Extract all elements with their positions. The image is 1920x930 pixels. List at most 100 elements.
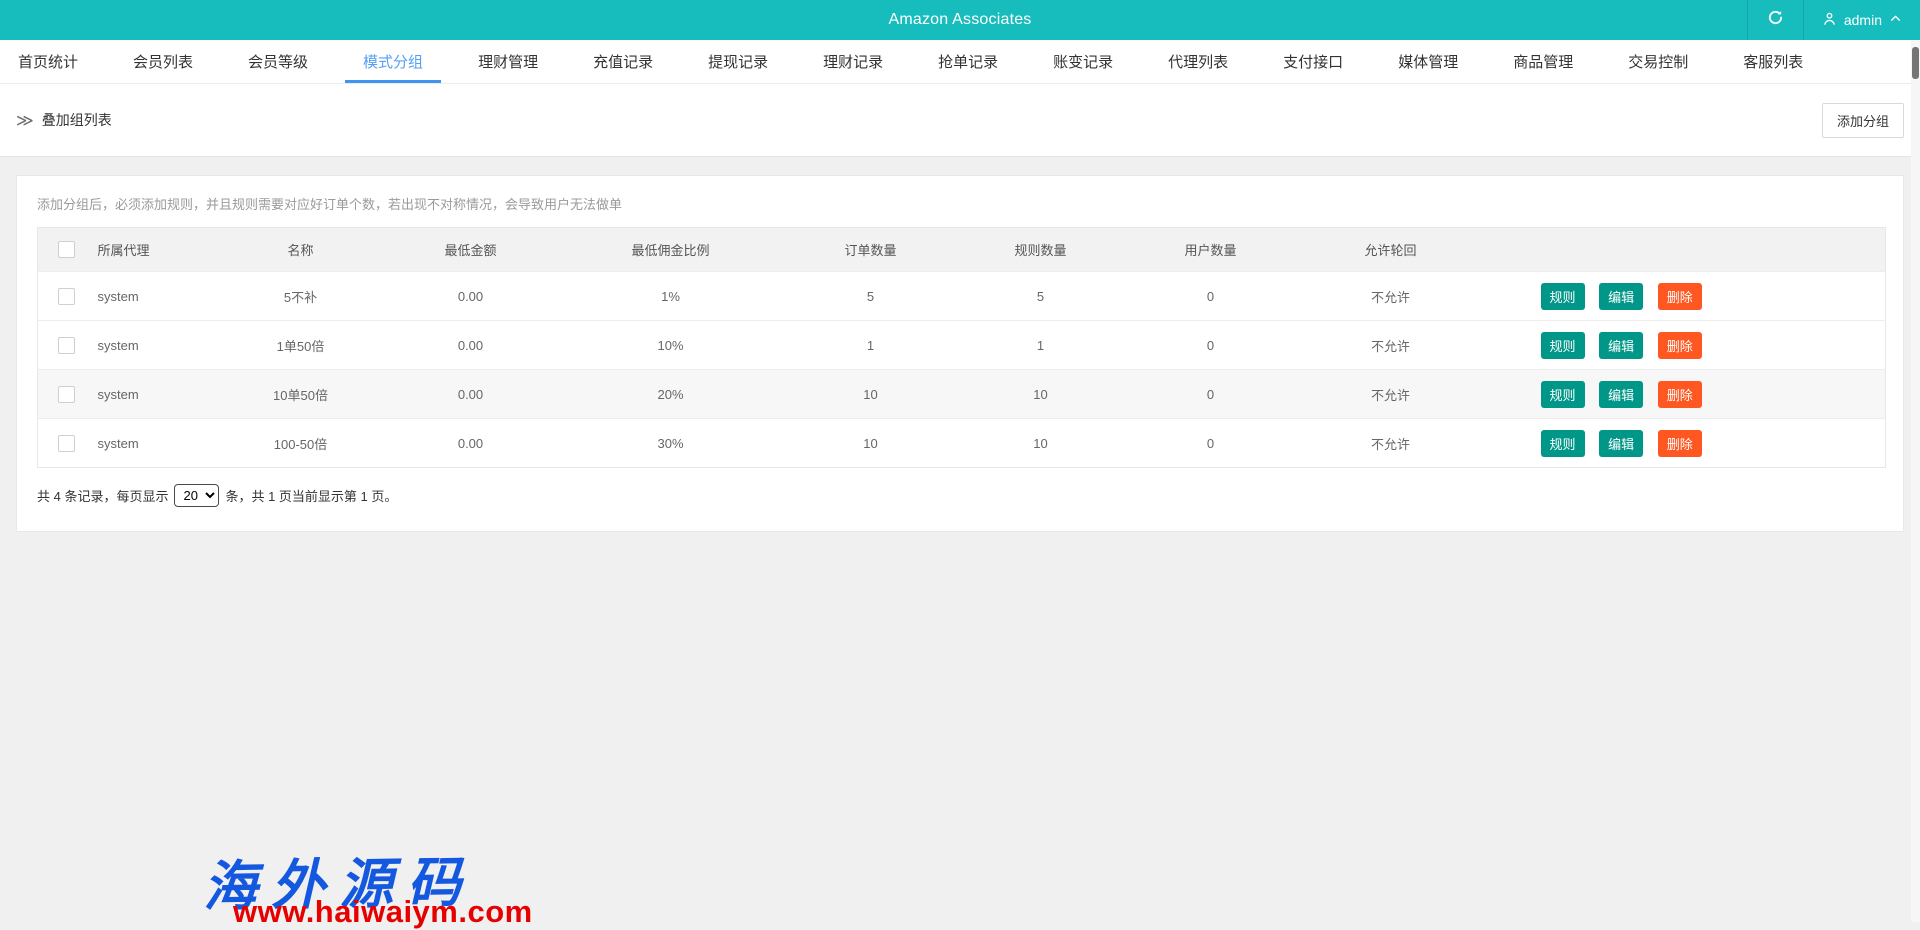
nav-tab-label: 模式分组 xyxy=(363,54,424,71)
topbar-right: admin xyxy=(1746,0,1920,40)
rule-button[interactable]: 规则 xyxy=(1540,282,1585,310)
cell-cycle: 不允许 xyxy=(1370,338,1410,354)
nav-tab-11[interactable]: 支付接口 xyxy=(1265,40,1361,83)
cell-orders: 10 xyxy=(863,386,878,402)
table-header-row: 所属代理 名称 最低金额 最低佣金比例 订单数量 规则数量 用户数量 允许轮回 xyxy=(37,227,1886,272)
nav-tab-label: 客服列表 xyxy=(1743,54,1804,71)
select-all-cell xyxy=(37,227,96,272)
table-row: system 5不补 0.00 1% 5 5 0 不允许 规则 编辑 删除 xyxy=(37,271,1886,321)
cell-agent: system xyxy=(97,288,139,304)
scrollbar-thumb[interactable] xyxy=(1912,47,1919,79)
chevron-up-icon xyxy=(1889,12,1902,28)
edit-button[interactable]: 编辑 xyxy=(1599,380,1644,408)
breadcrumb: ≫ 叠加组列表 xyxy=(16,110,112,130)
topbar: Amazon Associates admin xyxy=(0,0,1920,40)
user-menu[interactable]: admin xyxy=(1802,0,1920,40)
nav-tab-15[interactable]: 客服列表 xyxy=(1725,40,1821,83)
breadcrumb-bar: ≫ 叠加组列表 添加分组 xyxy=(0,84,1920,157)
nav-tab-7[interactable]: 理财记录 xyxy=(805,40,901,83)
scrollbar-track[interactable] xyxy=(1911,40,1920,922)
delete-button[interactable]: 删除 xyxy=(1657,331,1702,359)
username: admin xyxy=(1843,12,1882,28)
cell-actions: 规则 编辑 删除 xyxy=(1486,419,1886,468)
rule-button[interactable]: 规则 xyxy=(1540,429,1585,457)
nav-tab-label: 商品管理 xyxy=(1513,54,1574,71)
column-agent: 所属代理 xyxy=(95,227,216,272)
row-checkbox[interactable] xyxy=(58,336,76,354)
nav-tab-label: 代理列表 xyxy=(1168,54,1229,71)
content-panel: 添加分组后，必须添加规则，并且规则需要对应好订单个数，若出现不对称情况，会导致用… xyxy=(16,175,1904,532)
group-table: 所属代理 名称 最低金额 最低佣金比例 订单数量 规则数量 用户数量 允许轮回 … xyxy=(37,227,1886,468)
nav-tab-9[interactable]: 账变记录 xyxy=(1035,40,1131,83)
row-checkbox-cell xyxy=(38,272,96,321)
nav-tab-4[interactable]: 理财管理 xyxy=(460,40,556,83)
user-icon xyxy=(1822,11,1837,29)
rule-button[interactable]: 规则 xyxy=(1540,380,1585,408)
double-chevron-right-icon: ≫ xyxy=(16,110,34,130)
cell-min-amount: 0.00 xyxy=(457,386,484,402)
cell-orders: 10 xyxy=(863,435,878,451)
edit-button[interactable]: 编辑 xyxy=(1599,282,1644,310)
nav-tab-10[interactable]: 代理列表 xyxy=(1150,40,1246,83)
cell-actions: 规则 编辑 删除 xyxy=(1486,370,1886,419)
page-size-select[interactable]: 20 xyxy=(174,484,220,507)
cell-cycle: 不允许 xyxy=(1370,289,1410,305)
cell-users: 0 xyxy=(1206,288,1215,304)
column-users: 用户数量 xyxy=(1125,227,1296,272)
add-group-button[interactable]: 添加分组 xyxy=(1821,102,1904,138)
nav-tab-6[interactable]: 提现记录 xyxy=(690,40,786,83)
cell-name: 10单50倍 xyxy=(273,387,328,403)
nav-tab-5[interactable]: 充值记录 xyxy=(575,40,671,83)
rule-button[interactable]: 规则 xyxy=(1540,331,1585,359)
delete-button[interactable]: 删除 xyxy=(1657,429,1702,457)
column-commission: 最低佣金比例 xyxy=(555,227,786,272)
refresh-button[interactable] xyxy=(1746,0,1803,40)
nav-tab-2[interactable]: 会员等级 xyxy=(230,40,326,83)
nav-tab-12[interactable]: 媒体管理 xyxy=(1380,40,1476,83)
table-row: system 100-50倍 0.00 30% 10 10 0 不允许 规则 编… xyxy=(37,418,1886,468)
nav-tab-14[interactable]: 交易控制 xyxy=(1610,40,1706,83)
cell-rules: 10 xyxy=(1033,435,1048,451)
edit-button[interactable]: 编辑 xyxy=(1599,429,1644,457)
cell-min-amount: 0.00 xyxy=(457,337,484,353)
cell-min-amount: 0.00 xyxy=(457,435,484,451)
cell-agent: system xyxy=(97,386,139,402)
cell-agent: system xyxy=(97,435,139,451)
nav-tab-label: 理财记录 xyxy=(823,54,884,71)
nav-tab-13[interactable]: 商品管理 xyxy=(1495,40,1591,83)
row-checkbox-cell xyxy=(38,321,96,370)
nav-tab-0[interactable]: 首页统计 xyxy=(0,40,96,83)
row-checkbox[interactable] xyxy=(58,434,76,452)
delete-button[interactable]: 删除 xyxy=(1657,282,1702,310)
delete-button[interactable]: 删除 xyxy=(1657,380,1702,408)
pagination-suffix: 条，共 1 页当前显示第 1 页。 xyxy=(225,489,398,504)
nav-tab-label: 理财管理 xyxy=(478,54,539,71)
cell-rules: 1 xyxy=(1036,337,1045,353)
nav-tab-label: 会员等级 xyxy=(248,54,309,71)
select-all-checkbox[interactable] xyxy=(58,241,76,259)
nav-tab-label: 会员列表 xyxy=(133,54,194,71)
main-nav: 首页统计 会员列表 会员等级 模式分组 理财管理 充值记录 提现记录 理财记录 … xyxy=(0,40,1920,84)
cell-min-amount: 0.00 xyxy=(457,288,484,304)
cell-cycle: 不允许 xyxy=(1370,436,1410,452)
cell-name: 1单50倍 xyxy=(276,338,325,354)
cell-orders: 1 xyxy=(866,337,875,353)
cell-agent: system xyxy=(97,337,139,353)
cell-actions: 规则 编辑 删除 xyxy=(1486,321,1886,370)
edit-button[interactable]: 编辑 xyxy=(1599,331,1644,359)
row-checkbox[interactable] xyxy=(58,385,76,403)
nav-tab-label: 支付接口 xyxy=(1283,54,1344,71)
row-checkbox[interactable] xyxy=(58,287,76,305)
column-actions xyxy=(1485,227,1886,272)
nav-tab-8[interactable]: 抢单记录 xyxy=(920,40,1016,83)
notice-text: 添加分组后，必须添加规则，并且规则需要对应好订单个数，若出现不对称情况，会导致用… xyxy=(37,197,623,212)
cell-actions: 规则 编辑 删除 xyxy=(1486,272,1886,321)
cell-users: 0 xyxy=(1206,435,1215,451)
cell-commission: 20% xyxy=(657,386,684,402)
nav-tab-1[interactable]: 会员列表 xyxy=(115,40,211,83)
nav-tab-label: 媒体管理 xyxy=(1398,54,1459,71)
watermark-url: www.haiwaiym.com xyxy=(233,894,533,929)
nav-tab-3[interactable]: 模式分组 xyxy=(345,40,442,83)
column-orders: 订单数量 xyxy=(785,227,956,272)
cell-commission: 1% xyxy=(661,288,680,304)
